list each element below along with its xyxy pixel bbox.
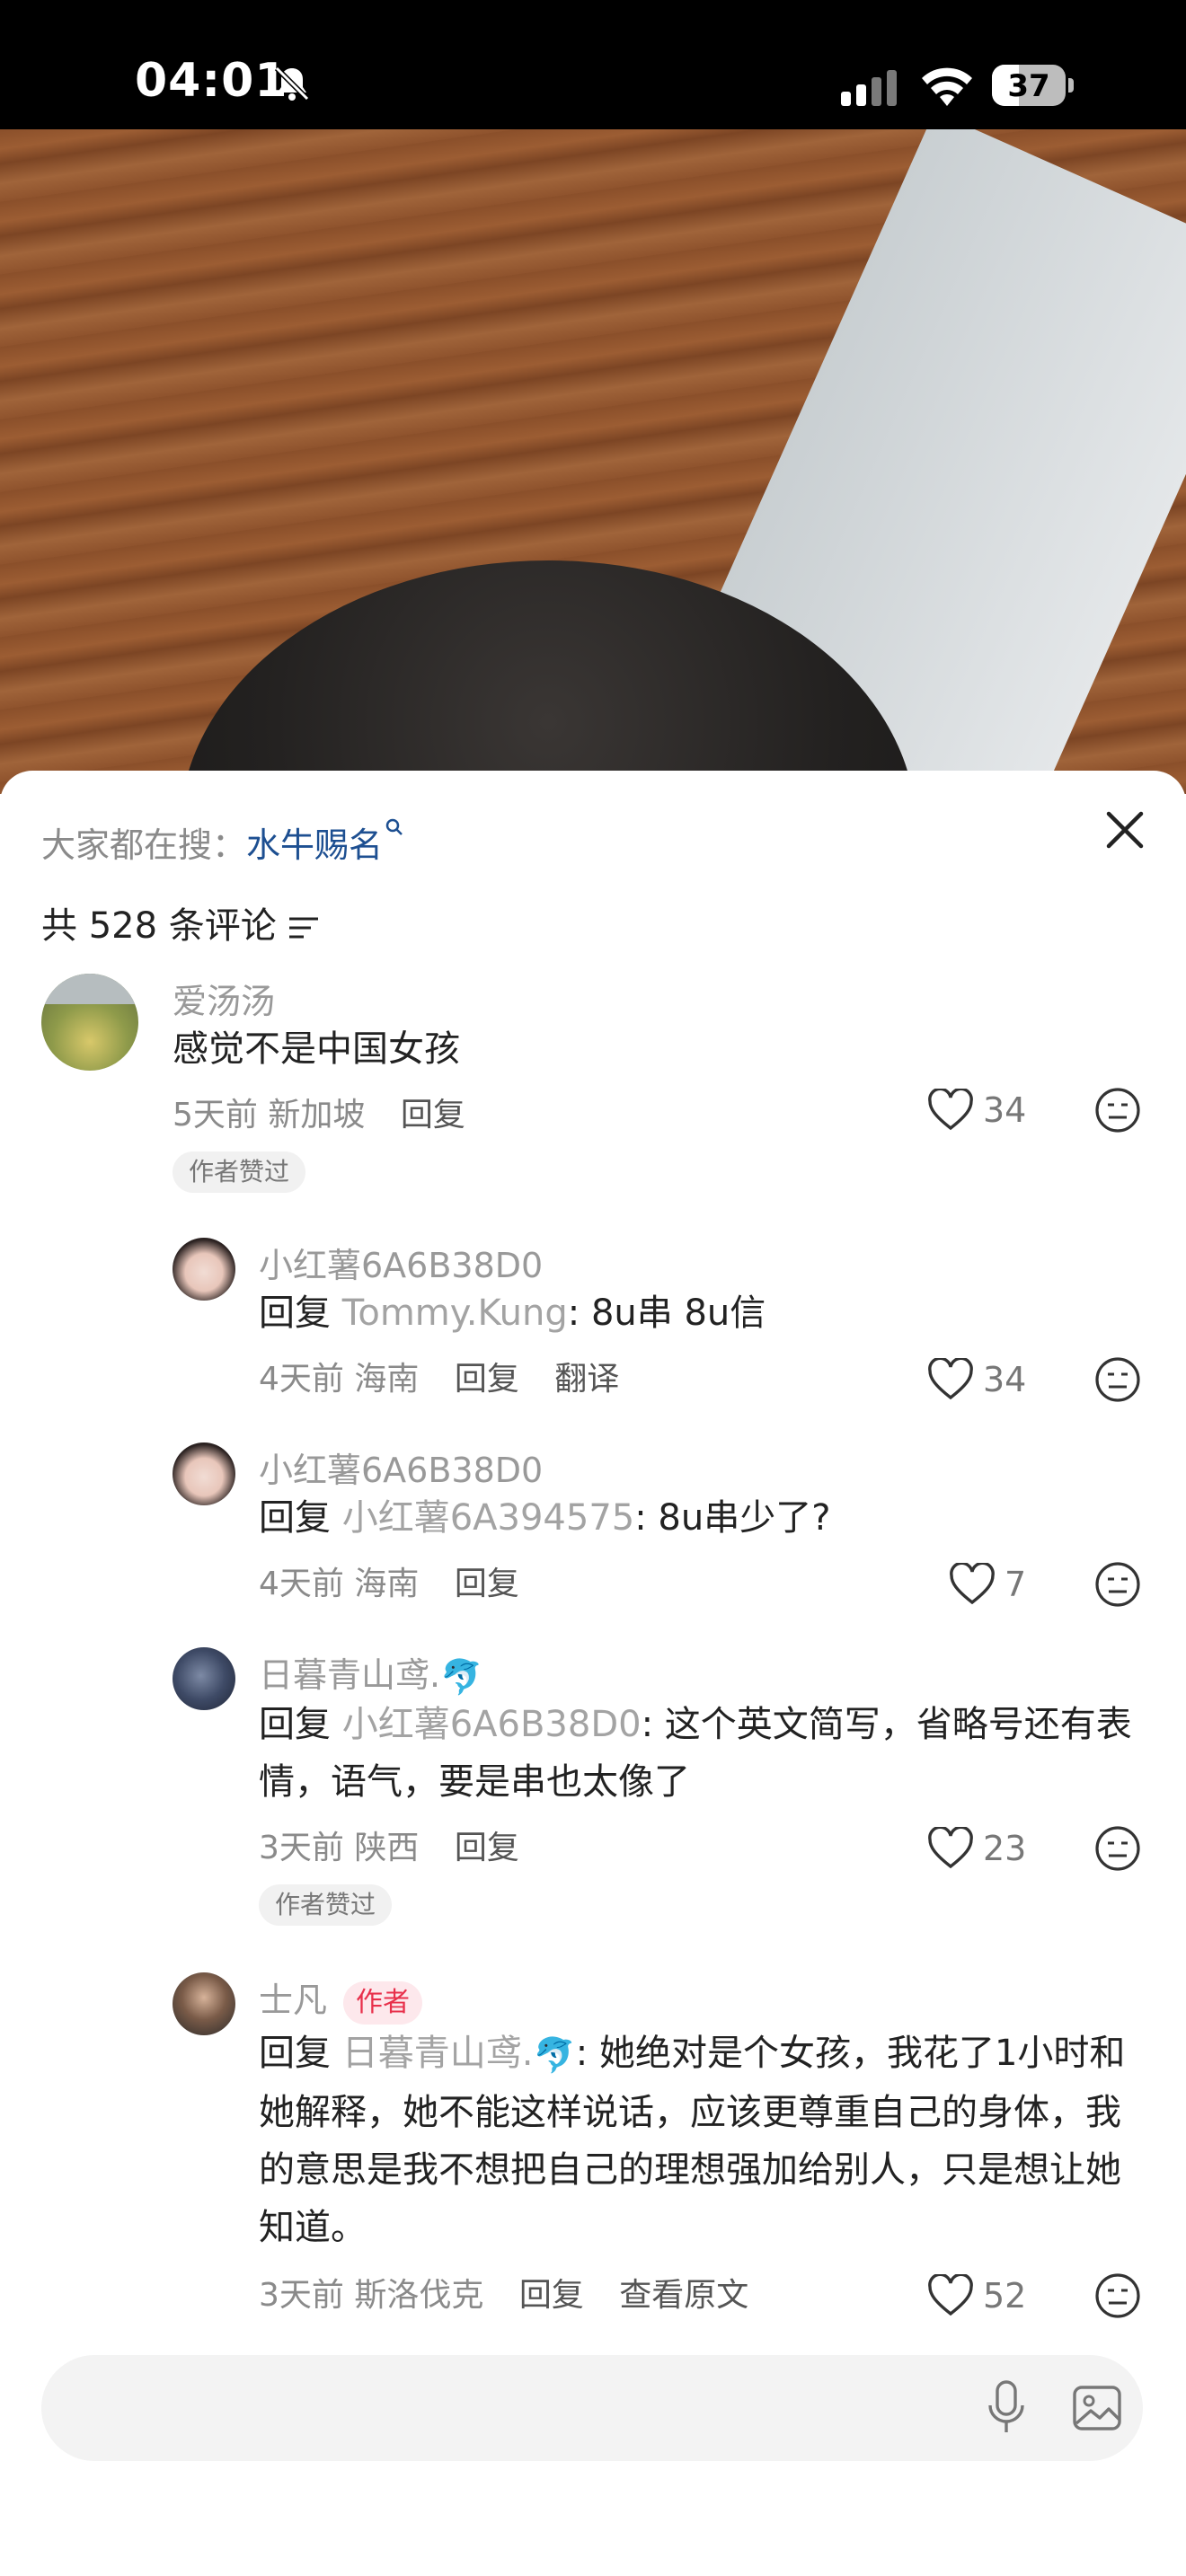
video-background[interactable] — [0, 129, 1186, 794]
dolphin-emoji: 🐬 — [440, 1657, 483, 1697]
sort-icon[interactable] — [288, 914, 320, 941]
reply-prefix: 回复 — [259, 1497, 331, 1539]
battery-icon: 37 — [992, 65, 1075, 106]
reply-body: : 8u串 8u信 — [567, 1292, 766, 1334]
search-prefix: 大家都在搜： — [41, 825, 247, 865]
dislike-icon[interactable] — [1094, 1561, 1141, 1608]
like-count: 34 — [983, 1360, 1027, 1399]
reply-button[interactable]: 回复 — [455, 1830, 519, 1866]
heart-icon — [928, 1358, 973, 1400]
status-time: 04:01 — [135, 54, 288, 108]
heart-icon — [928, 1089, 973, 1131]
author-badge: 作者 — [343, 1981, 423, 2025]
reply-target[interactable]: Tommy.Kung — [342, 1292, 568, 1334]
comment-username[interactable]: 小红薯6A6B38D0 — [259, 1238, 543, 1287]
author-liked-tag: 作者赞过 — [259, 1884, 393, 1926]
image-icon[interactable] — [1071, 2382, 1123, 2434]
comment-location: 新加坡 — [268, 1097, 366, 1134]
dislike-icon[interactable] — [1094, 1825, 1141, 1872]
like-count: 23 — [983, 1829, 1027, 1868]
translate-button[interactable]: 翻译 — [554, 1361, 619, 1398]
dolphin-emoji: 🐬 — [533, 2035, 576, 2075]
like-count: 52 — [983, 2276, 1027, 2316]
dislike-icon[interactable] — [1094, 1356, 1141, 1403]
comment-text[interactable]: 回复 日暮青山鸢.🐬: 她绝对是个女孩，我花了1小时和她解释，她不能这样说话，应… — [259, 2025, 1139, 2256]
heart-icon — [950, 1563, 995, 1605]
avatar[interactable] — [173, 1647, 235, 1710]
comment-sheet: 大家都在搜：水牛赐名 共 528 条评论 爱汤汤 感觉不是中国女孩 5天前 新加… — [0, 771, 1186, 2576]
avatar[interactable] — [41, 974, 138, 1071]
search-suggestion[interactable]: 大家都在搜：水牛赐名 — [41, 817, 404, 867]
search-mini-icon — [385, 818, 403, 835]
reply-prefix: 回复 — [259, 1704, 331, 1745]
comment-location: 海南 — [354, 1566, 420, 1602]
battery-level: 37 — [1007, 68, 1050, 104]
reply-button[interactable]: 回复 — [519, 2277, 584, 2314]
reply-prefix: 回复 — [259, 1292, 331, 1334]
comment-time: 4天前 — [259, 1361, 344, 1398]
comment-text[interactable]: 感觉不是中国女孩 — [173, 1020, 981, 1078]
wifi-icon — [922, 67, 972, 106]
comment-input[interactable] — [41, 2355, 1143, 2461]
heart-icon — [928, 1827, 973, 1869]
comment-location: 海南 — [354, 1361, 420, 1398]
reply-target[interactable]: 日暮青山鸢.🐬 — [342, 2033, 576, 2075]
comment-meta: 4天前 海南 回复 — [259, 1557, 519, 1604]
reply-button[interactable]: 回复 — [455, 1566, 519, 1602]
dislike-icon[interactable] — [1094, 2272, 1141, 2319]
comment-meta: 3天前 陕西 回复 — [259, 1822, 519, 1868]
comment-time: 5天前 — [173, 1097, 258, 1134]
comment-username[interactable]: 士凡 作者 — [259, 1972, 423, 2025]
reply-button[interactable]: 回复 — [455, 1361, 519, 1398]
reply-body: : 8u串少了? — [634, 1497, 831, 1539]
comment-time: 3天前 — [259, 2277, 344, 2314]
comment-count-label: 共 528 条评论 — [41, 905, 277, 947]
reply-target[interactable]: 小红薯6A6B38D0 — [342, 1704, 642, 1745]
bell-slash-icon — [274, 66, 310, 101]
like-count: 34 — [983, 1090, 1027, 1130]
close-icon[interactable] — [1100, 805, 1150, 855]
comment-meta: 3天前 斯洛伐克 回复 查看原文 — [259, 2269, 748, 2316]
status-bar: 04:01 37 — [0, 0, 1186, 129]
search-keyword[interactable]: 水牛赐名 — [246, 825, 383, 865]
comment-location: 陕西 — [354, 1830, 420, 1866]
like-count: 7 — [1005, 1565, 1027, 1604]
cellular-signal-icon — [841, 70, 897, 106]
comment-meta: 4天前 海南 回复 翻译 — [259, 1353, 619, 1399]
reply-button[interactable]: 回复 — [401, 1097, 465, 1134]
comment-username[interactable]: 爱汤汤 — [173, 974, 275, 1023]
author-liked-tag: 作者赞过 — [173, 1151, 306, 1193]
comment-text[interactable]: 回复 小红薯6A394575: 8u串少了? — [259, 1489, 1121, 1547]
comment-location: 斯洛伐克 — [354, 2277, 484, 2314]
heart-icon — [928, 2274, 973, 2316]
avatar[interactable] — [173, 1238, 235, 1301]
username-text: 日暮青山鸢. — [259, 1655, 441, 1695]
comment-count[interactable]: 共 528 条评论 — [41, 896, 320, 948]
reply-target[interactable]: 小红薯6A394575 — [342, 1497, 635, 1539]
reply-prefix: 回复 — [259, 2033, 331, 2074]
dislike-icon[interactable] — [1094, 1087, 1141, 1134]
view-original-button[interactable]: 查看原文 — [619, 2277, 748, 2314]
comment-text[interactable]: 回复 小红薯6A6B38D0: 这个英文简写，省略号还有表情，语气，要是串也太像… — [259, 1696, 1139, 1811]
comment-text[interactable]: 回复 Tommy.Kung: 8u串 8u信 — [259, 1284, 1121, 1342]
comment-time: 4天前 — [259, 1566, 344, 1602]
mic-icon[interactable] — [983, 2380, 1030, 2436]
avatar[interactable] — [173, 1442, 235, 1505]
comment-time: 3天前 — [259, 1830, 344, 1866]
comment-username[interactable]: 日暮青山鸢.🐬 — [259, 1647, 482, 1698]
comment-meta: 5天前 新加坡 回复 — [173, 1089, 465, 1135]
avatar[interactable] — [173, 1972, 235, 2035]
comment-username[interactable]: 小红薯6A6B38D0 — [259, 1442, 543, 1492]
username-text: 士凡 — [259, 1981, 328, 2020]
